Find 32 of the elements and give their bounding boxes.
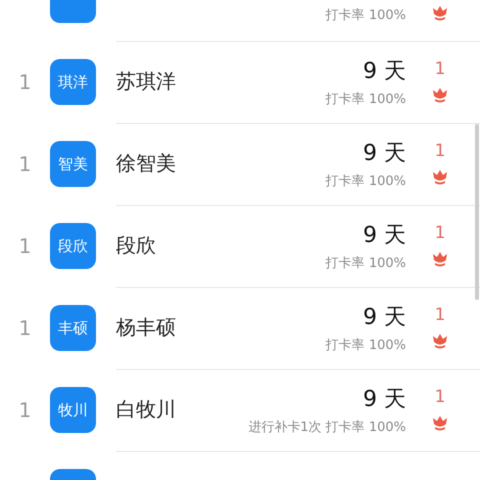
member-name: 杨丰硕 <box>116 314 176 341</box>
flower-count: 1 <box>434 222 446 242</box>
days-count: 9 天 <box>363 304 406 332</box>
days-count: 9 天 <box>363 58 406 86</box>
avatar: 段欣 <box>50 223 96 269</box>
check-in-rate: 进行补卡1次 打卡率 100% <box>248 418 406 436</box>
flower-count: 1 <box>434 386 446 406</box>
avatar: 琪洋 <box>50 59 96 105</box>
member-name: 苏琪洋 <box>116 68 176 95</box>
check-in-rate: 打卡率 100% <box>326 172 406 190</box>
rank-number: 1 <box>18 70 32 94</box>
days-count: 9 天 <box>363 386 406 414</box>
member-name: 徐智美 <box>116 150 176 177</box>
days-count: 9 天 <box>363 222 406 250</box>
avatar: 牧川 <box>50 387 96 433</box>
rank-number: 1 <box>18 234 32 258</box>
days-count: 9 天 <box>363 140 406 168</box>
member-name: 白牧川 <box>116 396 176 423</box>
rank-number: 1 <box>18 316 32 340</box>
flower-count: 1 <box>434 140 446 160</box>
avatar: 智美 <box>50 141 96 187</box>
flower-count: 1 <box>434 304 446 324</box>
scrollbar[interactable] <box>475 124 479 300</box>
flower-count: 1 <box>434 58 446 78</box>
rank-number: 1 <box>18 398 32 422</box>
rank-number: 1 <box>18 152 32 176</box>
check-in-rate: 打卡率 100% <box>326 7 406 24</box>
check-in-rate: 打卡率 100% <box>326 90 406 108</box>
avatar: 丰硕 <box>50 305 96 351</box>
check-in-rate: 打卡率 100% <box>326 336 406 354</box>
check-in-rate: 打卡率 100% <box>326 254 406 272</box>
member-name: 段欣 <box>116 232 156 259</box>
